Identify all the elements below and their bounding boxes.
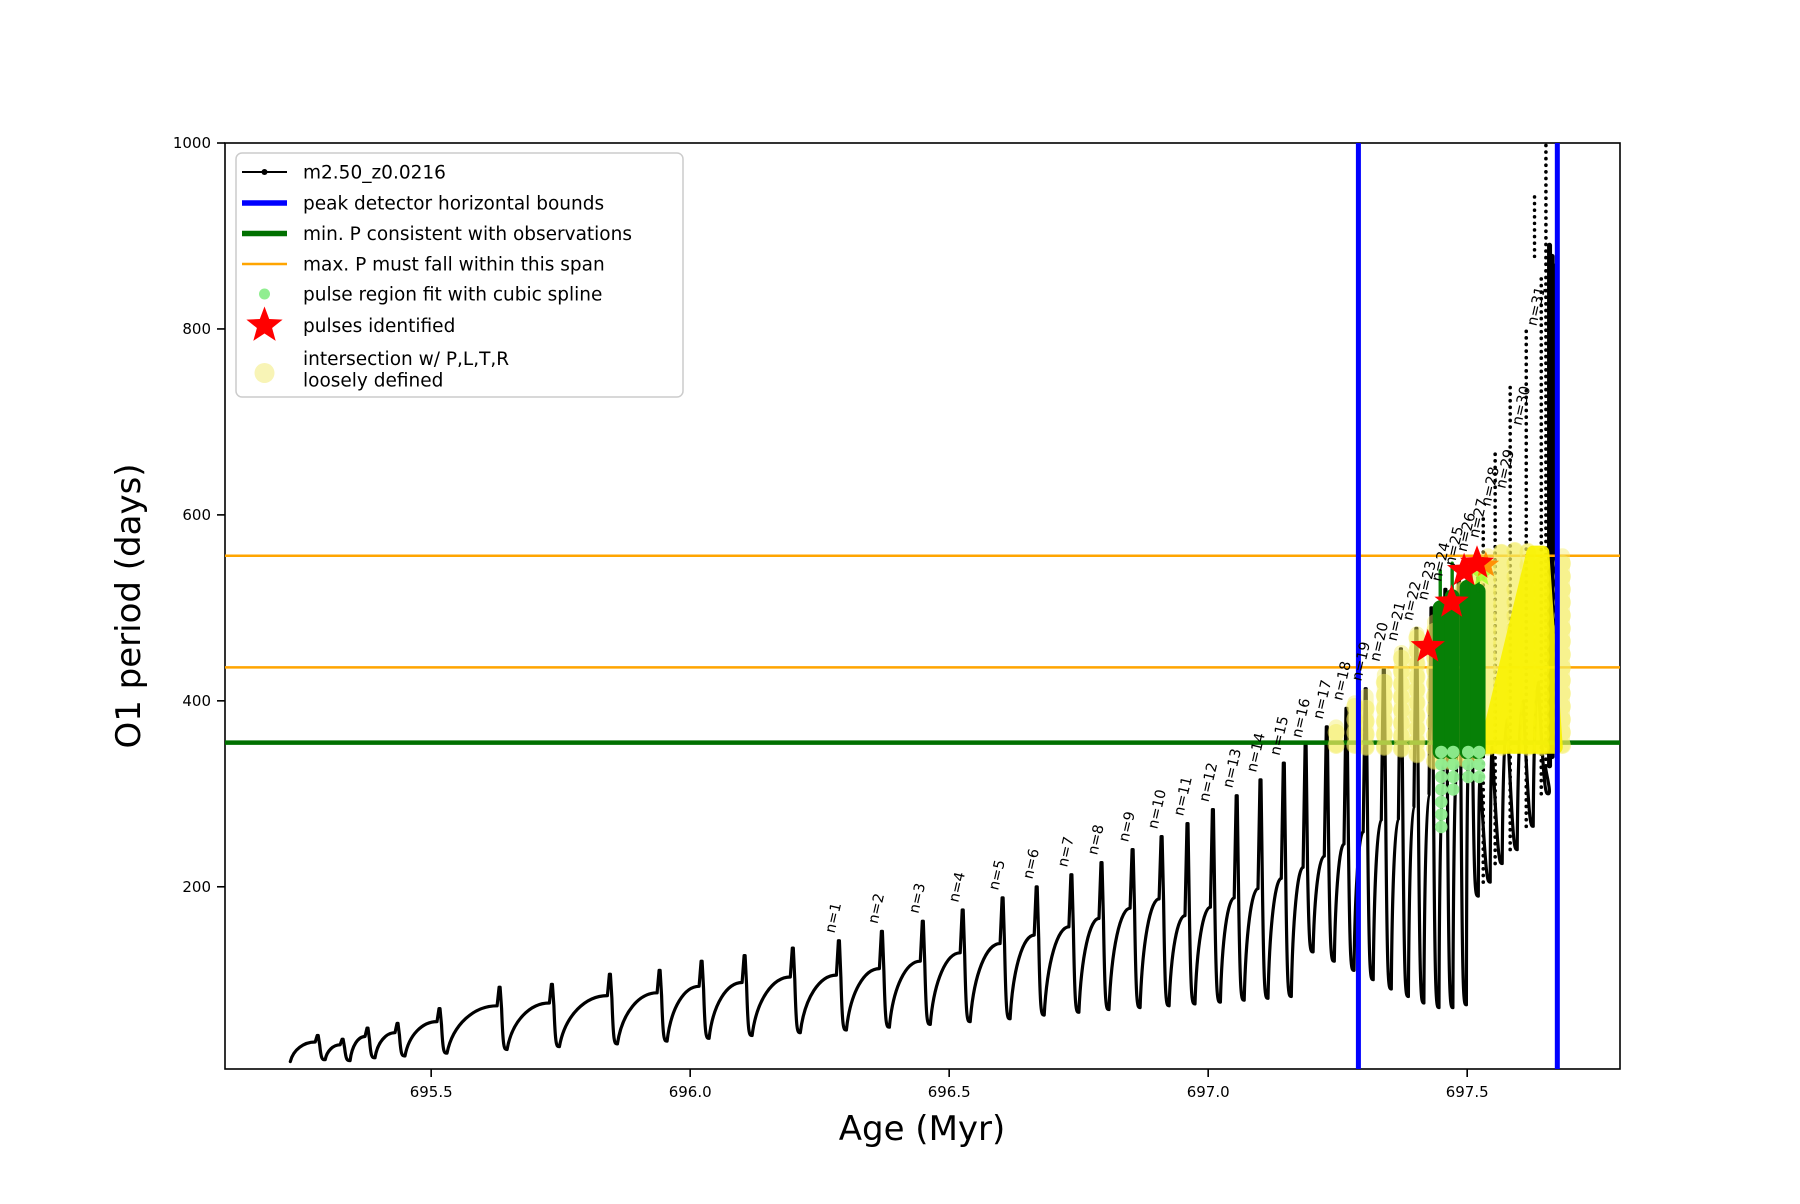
legend-label: pulse region fit with cubic spline [303, 285, 602, 306]
y-tick-label: 1000 [173, 134, 211, 152]
chart-layers: 695.5 696.0 696.5 697.0 697.5 200 400 600 800 100… [173, 134, 1621, 1101]
legend-handle-dot [261, 169, 268, 175]
y-axis-label: O1 period (days) [109, 463, 149, 748]
pulse-label: n=5 [986, 858, 1008, 891]
pulse-label: n=30 [1510, 385, 1535, 427]
pulse-label: n=10 [1145, 788, 1170, 830]
pulse-label: n=16 [1289, 697, 1314, 739]
legend-label: min. P consistent with observations [303, 224, 632, 245]
plot-canvas: 695.5 696.0 696.5 697.0 697.5 200 400 600 800 100… [109, 134, 1621, 1149]
legend-label: m2.50_z0.0216 [303, 163, 446, 184]
legend-label: pulses identified [303, 316, 455, 337]
legend-label: peak detector horizontal bounds [303, 194, 604, 215]
pulse-label: n=12 [1197, 761, 1222, 803]
pulse-label: n=1 [823, 901, 845, 934]
pulse-label: n=6 [1021, 847, 1043, 880]
y-tick-label: 200 [182, 878, 211, 896]
y-tick-label: 600 [182, 506, 211, 524]
legend: m2.50_z0.0216peak detector horizontal bo… [235, 152, 684, 398]
y-tick-label: 800 [182, 320, 211, 338]
legend-handle-small-dot [259, 288, 270, 300]
pulse-label: n=7 [1055, 835, 1077, 868]
legend-label: max. P must fall within this span [303, 255, 605, 276]
legend-handle-big-dot [254, 363, 275, 383]
y-tick-label: 400 [182, 692, 211, 710]
x-tick-label: 695.5 [410, 1083, 453, 1101]
pulse-label: n=9 [1116, 810, 1138, 843]
pulse-label: n=14 [1244, 731, 1269, 773]
pulse-label: n=3 [907, 882, 929, 915]
x-tick-label: 696.5 [928, 1083, 971, 1101]
pulse-label: n=2 [866, 892, 888, 925]
x-tick-label: 697.5 [1446, 1083, 1489, 1101]
pulse-label: n=4 [946, 871, 968, 904]
pulse-label: n=11 [1171, 775, 1196, 817]
x-axis-label: Age (Myr) [839, 1109, 1006, 1149]
legend-label: intersection w/ P,L,T,R [303, 349, 509, 370]
pulse-label: n=31 [1525, 285, 1550, 327]
pulse-label: n=13 [1220, 747, 1245, 789]
x-tick-label: 696.0 [669, 1083, 712, 1101]
pulse-label: n=29 [1493, 448, 1518, 490]
legend-label: loosely defined [303, 371, 443, 392]
figure: 695.5 696.0 696.5 697.0 697.5 200 400 600 800 100… [0, 0, 1800, 1200]
x-tick-label: 697.0 [1187, 1083, 1230, 1101]
pulse-label: n=8 [1085, 823, 1107, 856]
